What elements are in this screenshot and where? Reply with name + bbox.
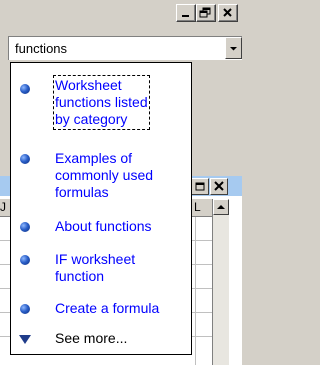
worksheet-close-button[interactable] (210, 178, 228, 195)
close-icon (214, 181, 224, 191)
scroll-up-button[interactable] (213, 199, 229, 215)
search-results-popup: Worksheet functions listed by category E… (10, 62, 192, 355)
worksheet-restore-button[interactable] (191, 178, 209, 195)
close-button[interactable] (218, 4, 238, 22)
restore-icon (199, 7, 211, 18)
search-dropdown-button[interactable] (225, 37, 242, 59)
result-link-examples-formulas[interactable]: Examples of commonly used formulas (55, 150, 153, 201)
window-caption-buttons (176, 4, 238, 22)
triangle-down-icon (19, 335, 31, 344)
arrow-up-icon (217, 205, 225, 209)
bullet-icon (20, 154, 30, 164)
bullet-icon (20, 222, 30, 232)
see-more-link[interactable]: See more... (55, 330, 127, 347)
restore-icon (195, 182, 205, 191)
vertical-scrollbar[interactable] (212, 199, 229, 365)
result-link-if-function[interactable]: IF worksheet function (55, 251, 135, 285)
close-icon (223, 8, 232, 17)
column-header-left[interactable]: J (0, 200, 6, 214)
result-link-create-formula[interactable]: Create a formula (55, 300, 159, 317)
ask-question-field[interactable]: functions (8, 36, 242, 60)
minimize-button[interactable] (176, 4, 196, 22)
result-link-about-functions[interactable]: About functions (55, 218, 152, 235)
grid-column-line (195, 217, 196, 365)
minimize-icon (182, 15, 189, 17)
bullet-icon (20, 304, 30, 314)
chevron-down-icon (230, 47, 237, 51)
column-header-right[interactable]: L (194, 200, 201, 214)
result-link-worksheet-functions[interactable]: Worksheet functions listed by category (53, 75, 150, 130)
bullet-icon (20, 255, 30, 265)
bullet-icon (20, 84, 30, 94)
search-input-value[interactable]: functions (15, 41, 67, 56)
restore-button[interactable] (196, 4, 216, 22)
